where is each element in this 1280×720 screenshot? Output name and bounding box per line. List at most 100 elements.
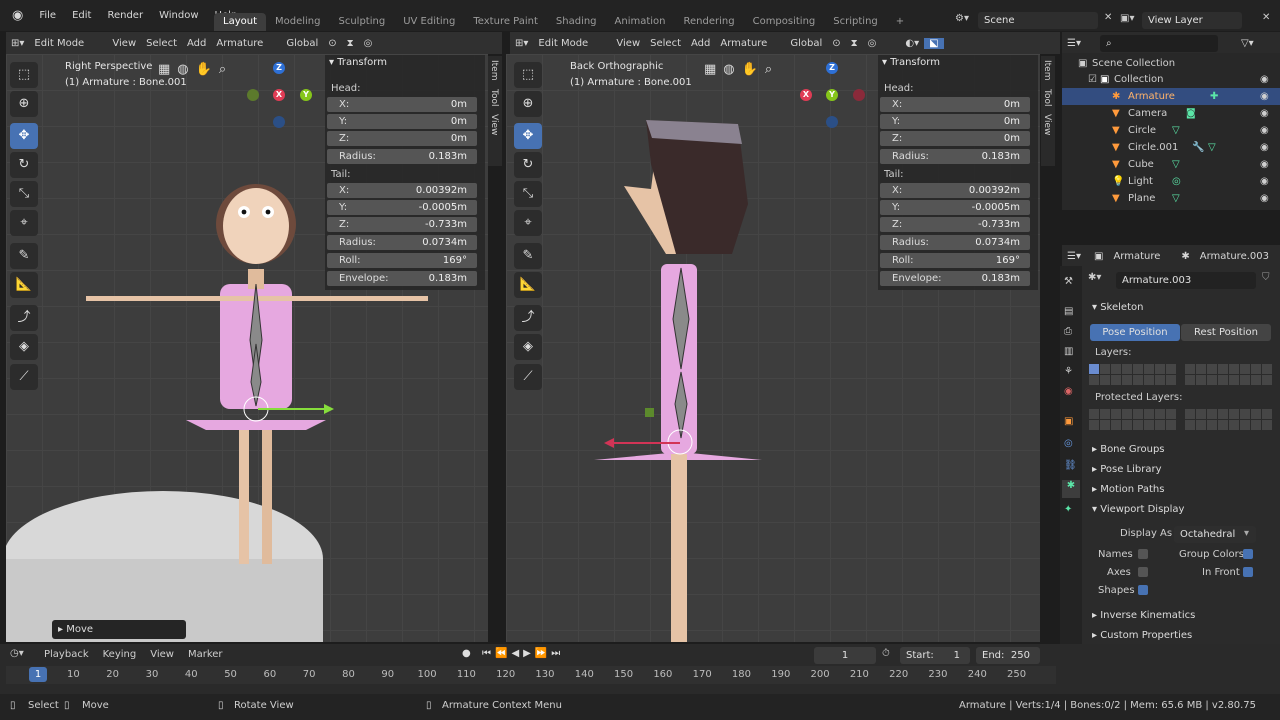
outliner-search-input[interactable]: ⌕ xyxy=(1099,34,1218,52)
bone-size-tool-icon-right[interactable]: ⟋ xyxy=(514,364,542,390)
outliner-editor-icon[interactable]: ☰▾ xyxy=(1062,38,1086,49)
overlay-icon[interactable]: ◐▾ xyxy=(881,38,924,49)
filter-icon[interactable]: ▽▾ xyxy=(1236,38,1259,49)
menu-edit[interactable]: Edit xyxy=(64,10,99,21)
select-box-tool-icon[interactable]: ⬚ xyxy=(10,62,38,88)
right-head-z-field[interactable]: Z: 0m xyxy=(880,131,1030,146)
axis-z-icon-right[interactable]: Z xyxy=(826,62,838,74)
left-head-radius-field[interactable]: Radius: 0.183m xyxy=(327,149,477,164)
menu-keying[interactable]: Keying xyxy=(103,649,137,660)
tab-rendering[interactable]: Rendering xyxy=(675,13,744,31)
menu-window[interactable]: Window xyxy=(151,10,206,21)
editor-type-icon-right[interactable]: ⊞▾ xyxy=(510,38,533,49)
roll-tool-icon[interactable]: ◈ xyxy=(10,334,38,360)
add-workspace-icon[interactable]: + xyxy=(887,13,913,31)
render-tab-icon[interactable]: ▤ xyxy=(1064,306,1073,317)
left-head-y-field[interactable]: Y: 0m xyxy=(327,114,477,129)
left-tail-z-field[interactable]: Z: -0.733m xyxy=(327,217,477,232)
axis-neg-z-icon[interactable] xyxy=(273,116,285,128)
collection-eye-icon[interactable]: ◉ xyxy=(1260,71,1269,88)
axes-checkbox[interactable] xyxy=(1138,567,1148,578)
right-menu-select[interactable]: Select xyxy=(645,38,686,49)
left-transform-header[interactable]: ▾ Transform xyxy=(329,57,387,68)
view-layer-field[interactable]: View Layer xyxy=(1142,12,1242,29)
rest-position-button[interactable]: Rest Position xyxy=(1181,324,1271,341)
right-menu-armature[interactable]: Armature xyxy=(715,38,772,49)
left-tail-y-field[interactable]: Y: -0.0005m xyxy=(327,200,477,215)
outliner-item-light[interactable]: 💡 Light ◎ ◉ xyxy=(1062,173,1280,190)
nav-gizmo-icons[interactable]: ▦◍✋⌕ xyxy=(158,62,233,77)
cursor-tool-icon-right[interactable]: ⊕ xyxy=(514,91,542,117)
tab-compositing[interactable]: Compositing xyxy=(744,13,825,31)
outliner-item-armature[interactable]: ✱ Armature ✚ ◉ xyxy=(1062,88,1280,105)
right-tab-item[interactable]: Item xyxy=(1041,56,1053,85)
tab-shading[interactable]: Shading xyxy=(547,13,606,31)
menu-file[interactable]: File xyxy=(31,10,64,21)
outliner-item-camera[interactable]: ▼ Camera ◙ ◉ xyxy=(1062,105,1280,122)
tab-modeling[interactable]: Modeling xyxy=(266,13,330,31)
end-frame-field[interactable]: End: 250 xyxy=(976,647,1040,664)
annotate-tool-icon-right[interactable]: ✎ xyxy=(514,243,542,269)
left-head-x-field[interactable]: X: 0m xyxy=(327,97,477,112)
axis-neg-y-icon[interactable] xyxy=(247,89,259,101)
collection-checkbox-icon[interactable]: ☑ xyxy=(1088,71,1097,88)
viewport-display-section[interactable]: ▾ Viewport Display xyxy=(1092,504,1184,515)
nav-gizmo-icons-right[interactable]: ▦◍✋⌕ xyxy=(704,62,779,77)
tab-uv-editing[interactable]: UV Editing xyxy=(394,13,464,31)
modifier-tab-icon[interactable]: ◎ xyxy=(1064,438,1073,449)
scale-tool-icon-right[interactable]: ⤡ xyxy=(514,181,542,207)
scale-tool-icon[interactable]: ⤡ xyxy=(10,181,38,207)
armature-eye-icon[interactable]: ◉ xyxy=(1260,88,1269,105)
left-tab-view[interactable]: View xyxy=(488,110,500,139)
right-head-x-field[interactable]: X: 0m xyxy=(880,97,1030,112)
bone-size-tool-icon[interactable]: ⟋ xyxy=(10,364,38,390)
proportional-icon-right[interactable]: ◎ xyxy=(863,38,882,49)
current-frame-field[interactable]: 1 xyxy=(814,647,876,664)
scene-field[interactable]: Scene xyxy=(978,12,1098,29)
light-eye-icon[interactable]: ◉ xyxy=(1260,173,1269,190)
skeleton-section[interactable]: ▾ Skeleton xyxy=(1092,302,1143,313)
record-icon[interactable]: ● xyxy=(462,648,471,659)
select-box-tool-icon-right[interactable]: ⬚ xyxy=(514,62,542,88)
right-menu-view[interactable]: View xyxy=(611,38,645,49)
left-tail-radius-field[interactable]: Radius: 0.0734m xyxy=(327,235,477,250)
in-front-checkbox[interactable] xyxy=(1243,567,1253,578)
axis-neg-z-icon-right[interactable] xyxy=(826,116,838,128)
last-operator-panel[interactable]: ▸ Move xyxy=(52,620,186,639)
tab-animation[interactable]: Animation xyxy=(606,13,675,31)
names-checkbox[interactable] xyxy=(1138,549,1148,560)
view-layer-tab-icon[interactable]: ▥ xyxy=(1064,346,1073,357)
armature-data-tab-icon[interactable]: ✱ xyxy=(1062,480,1080,498)
right-menu-add[interactable]: Add xyxy=(686,38,715,49)
bone-groups-section[interactable]: ▸ Bone Groups xyxy=(1092,444,1165,455)
pose-position-button[interactable]: Pose Position xyxy=(1090,324,1180,341)
menu-timeline-view[interactable]: View xyxy=(150,649,174,660)
camera-eye-icon[interactable]: ◉ xyxy=(1260,105,1269,122)
outliner-collection[interactable]: ☑ ▣ Collection ◉ xyxy=(1062,71,1280,88)
custom-properties-section[interactable]: ▸ Custom Properties xyxy=(1092,630,1192,641)
left-menu-select[interactable]: Select xyxy=(141,38,182,49)
world-tab-icon[interactable]: ◉ xyxy=(1064,386,1073,397)
right-transform-header[interactable]: ▾ Transform xyxy=(882,57,940,68)
layers-grid-right[interactable] xyxy=(1185,364,1272,385)
left-head-z-field[interactable]: Z: 0m xyxy=(327,131,477,146)
clock-icon[interactable]: ⏱ xyxy=(882,648,890,659)
circle-eye-icon[interactable]: ◉ xyxy=(1260,122,1269,139)
view-layer-icon[interactable]: ▣▾ xyxy=(1120,13,1134,24)
left-roll-field[interactable]: Roll: 169° xyxy=(327,253,477,268)
timeline-editor-icon[interactable]: ◷▾ xyxy=(10,648,24,659)
close-view-layer-icon[interactable]: ✕ xyxy=(1262,12,1270,23)
left-tab-item[interactable]: Item xyxy=(488,56,500,85)
scene-tab-icon[interactable]: ⚘ xyxy=(1064,366,1073,377)
motion-paths-section[interactable]: ▸ Motion Paths xyxy=(1092,484,1164,495)
proportional-icon[interactable]: ◎ xyxy=(359,38,378,49)
timeline-ruler[interactable]: 1 10 20 30 40 50 60 70 80 90 100 110 120 130 140 150 160… xyxy=(6,666,1056,684)
transform-tool-icon[interactable]: ⌖ xyxy=(10,210,38,236)
armature-data-field[interactable]: Armature.003 xyxy=(1116,272,1256,289)
annotate-tool-icon[interactable]: ✎ xyxy=(10,243,38,269)
circle001-eye-icon[interactable]: ◉ xyxy=(1260,139,1269,156)
layers-grid-left[interactable] xyxy=(1089,364,1176,385)
right-roll-field[interactable]: Roll: 169° xyxy=(880,253,1030,268)
axis-neg-x-icon-right[interactable] xyxy=(853,89,865,101)
tab-layout[interactable]: Layout xyxy=(214,13,266,31)
